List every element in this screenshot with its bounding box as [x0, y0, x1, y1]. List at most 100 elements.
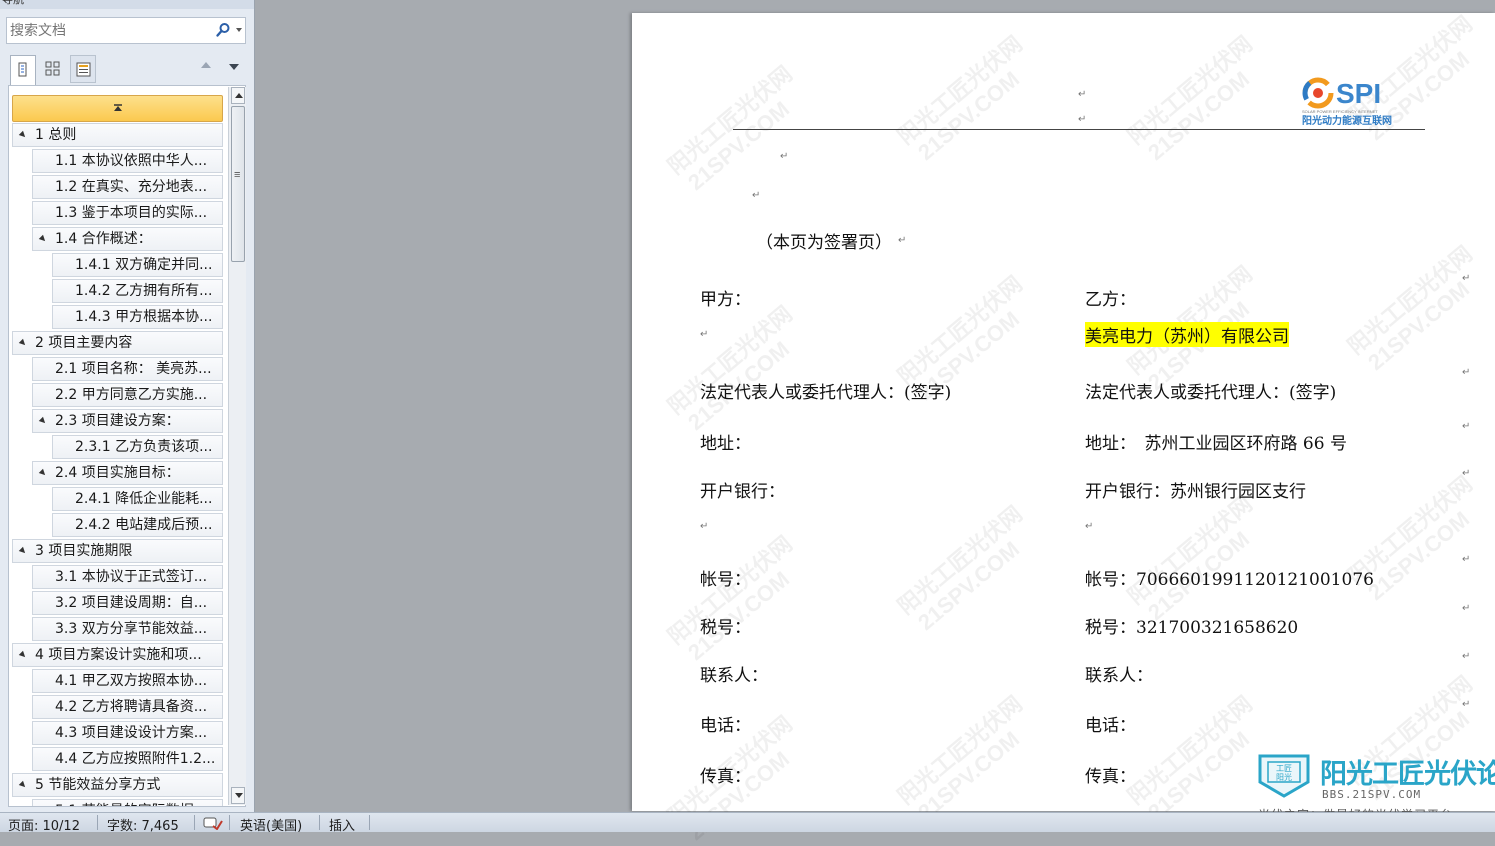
page-count[interactable]: 页面: 10/12: [8, 815, 80, 834]
cell-end-mark: ↵: [1462, 421, 1471, 432]
cell-end-mark: ↵: [1462, 468, 1471, 479]
expand-collapse-triangle-icon[interactable]: [38, 416, 48, 426]
nav-heading-node[interactable]: 2.2 甲方同意乙方实施...: [32, 383, 223, 407]
nav-heading-label: 2.3 项目建设方案：: [55, 413, 180, 429]
nav-heading-node[interactable]: 4 项目方案设计实施和项...: [12, 643, 223, 667]
tab-headings[interactable]: [10, 55, 36, 85]
tab-results[interactable]: [70, 55, 96, 83]
party-a-tax-id: 税号：: [700, 618, 751, 638]
status-divider: [194, 815, 195, 830]
proofing-icon[interactable]: [203, 815, 223, 830]
party-a-bank: 开户银行：: [700, 482, 785, 502]
expand-collapse-triangle-icon[interactable]: [18, 650, 28, 660]
nav-heading-node[interactable]: 1.1 本协议依照中华人...: [32, 149, 223, 173]
nav-heading-node[interactable]: 4.1 甲乙双方按照本协...: [32, 669, 223, 693]
nav-heading-node[interactable]: 4.2 乙方将聘请具备资...: [32, 695, 223, 719]
nav-pane-menu-icon[interactable]: ▾: [2, 0, 246, 5]
nav-heading-node[interactable]: 2 项目主要内容: [12, 331, 223, 355]
nav-heading-node[interactable]: 5 节能效益分享方式: [12, 773, 223, 797]
expand-collapse-triangle-icon[interactable]: [18, 546, 28, 556]
nav-heading-node[interactable]: 1.4.2 乙方拥有所有...: [52, 279, 223, 303]
party-b-address: 地址： 苏州工业园区环府路 66 号: [1085, 434, 1347, 454]
status-divider: [369, 815, 370, 830]
nav-heading-node[interactable]: 5.1 节能量的实际数据...: [32, 799, 223, 806]
nav-heading-node[interactable]: 1.2 在真实、充分地表...: [32, 175, 223, 199]
party-a-fax: 传真：: [700, 767, 751, 787]
party-b-phone: 电话：: [1085, 716, 1136, 736]
cell-end-mark: ↵: [1462, 603, 1471, 614]
search-box[interactable]: [6, 17, 246, 44]
nav-heading-node[interactable]: 2.4.2 电站建成后预...: [52, 513, 223, 537]
insert-mode[interactable]: 插入: [329, 815, 355, 834]
nav-heading-node[interactable]: 1.3 鉴于本项目的实际...: [32, 201, 223, 225]
party-b-bank: 开户银行：苏州银行园区支行: [1085, 482, 1306, 502]
expand-collapse-triangle-icon[interactable]: [18, 780, 28, 790]
search-icon[interactable]: [215, 22, 231, 38]
cell-end-mark: ↵: [1462, 273, 1471, 284]
nav-heading-label: 2.1 项目名称： 美亮苏...: [55, 361, 212, 377]
nav-heading-node[interactable]: 1.4 合作概述：: [32, 227, 223, 251]
collapse-all-button[interactable]: [12, 95, 223, 122]
word-count[interactable]: 字数: 7,465: [107, 815, 179, 834]
nav-scrollbar[interactable]: [228, 87, 246, 805]
nav-heading-node[interactable]: 1 总则: [12, 123, 223, 147]
pages-thumbnail-icon: [45, 61, 60, 76]
nav-heading-node[interactable]: 2.1 项目名称： 美亮苏...: [32, 357, 223, 381]
nav-heading-label: 4.2 乙方将聘请具备资...: [55, 699, 208, 715]
nav-heading-node[interactable]: 3 项目实施期限: [12, 539, 223, 563]
nav-heading-node[interactable]: 3.1 本协议于正式签订...: [32, 565, 223, 589]
cell-end-mark: ↵: [1462, 367, 1471, 378]
nav-heading-label: 4 项目方案设计实施和项...: [35, 647, 202, 663]
language-indicator[interactable]: 英语(美国): [240, 815, 302, 834]
svg-text:工匠: 工匠: [1276, 764, 1292, 773]
nav-heading-node[interactable]: 4.3 项目建设设计方案...: [32, 721, 223, 745]
expand-collapse-triangle-icon[interactable]: [18, 130, 28, 140]
nav-heading-node[interactable]: 3.2 项目建设周期：自...: [32, 591, 223, 615]
nav-heading-label: 1.4.2 乙方拥有所有...: [75, 283, 213, 299]
nav-heading-label: 1.4.1 双方确定并同...: [75, 257, 213, 273]
next-heading-icon[interactable]: [229, 64, 239, 70]
party-a-address: 地址：: [700, 434, 751, 454]
nav-heading-label: 3.1 本协议于正式签订...: [55, 569, 208, 585]
spi-logo: SPI SOLAR POWER EFFICIENCY INTERNET 阳光动力…: [1302, 77, 1392, 126]
previous-heading-icon[interactable]: [201, 62, 211, 68]
document-page[interactable]: 阳光工匠光伏网 21SPV.COM 阳光工匠光伏网 21SPV.COM 阳光工匠光伏网 2…: [632, 11, 1495, 845]
expand-collapse-triangle-icon[interactable]: [38, 234, 48, 244]
scroll-thumb[interactable]: [231, 106, 245, 262]
search-results-icon: [76, 62, 91, 77]
nav-heading-label: 1.2 在真实、充分地表...: [55, 179, 208, 195]
nav-heading-node[interactable]: 2.3 项目建设方案：: [32, 409, 223, 433]
search-options-chevron-icon[interactable]: [236, 28, 242, 32]
expand-collapse-triangle-icon[interactable]: [38, 468, 48, 478]
nav-heading-label: 1.4.3 甲方根据本协...: [75, 309, 213, 325]
party-b-fax: 传真：: [1085, 767, 1136, 787]
nav-heading-label: 4.1 甲乙双方按照本协...: [55, 673, 208, 689]
nav-heading-label: 1.3 鉴于本项目的实际...: [55, 205, 208, 221]
nav-heading-label: 4.4 乙方应按照附件1.2...: [55, 751, 216, 767]
search-input[interactable]: [10, 21, 206, 40]
party-b-label: 乙方：: [1085, 290, 1136, 310]
nav-heading-node[interactable]: 3.3 双方分享节能效益...: [32, 617, 223, 641]
svg-text:SOLAR POWER EFFICIENCY INTERNE: SOLAR POWER EFFICIENCY INTERNET: [1302, 109, 1378, 114]
svg-text:阳光动力能源互联网: 阳光动力能源互联网: [1302, 114, 1392, 126]
nav-heading-label: 1.1 本协议依照中华人...: [55, 153, 208, 169]
party-a-account: 帐号：: [700, 570, 751, 590]
nav-heading-node[interactable]: 2.3.1 乙方负责该项...: [52, 435, 223, 459]
expand-collapse-triangle-icon[interactable]: [18, 338, 28, 348]
paragraph-mark: ↵: [700, 329, 709, 340]
nav-heading-node[interactable]: 1.4.1 双方确定并同...: [52, 253, 223, 277]
scroll-up-arrow-icon[interactable]: [231, 87, 245, 104]
nav-heading-node[interactable]: 4.4 乙方应按照附件1.2...: [32, 747, 223, 771]
paragraph-mark: ↵: [1078, 114, 1087, 125]
headings-view-icon: [18, 62, 27, 77]
nav-heading-node[interactable]: 1.4.3 甲方根据本协...: [52, 305, 223, 329]
forum-name: 阳光工匠光伏论坛: [1320, 759, 1495, 790]
scroll-down-arrow-icon[interactable]: [231, 787, 245, 804]
nav-heading-label: 2.3.1 乙方负责该项...: [75, 439, 213, 455]
nav-heading-node[interactable]: 2.4 项目实施目标：: [32, 461, 223, 485]
tab-pages[interactable]: [40, 55, 66, 83]
party-b-company: 美亮电力（苏州）有限公司: [1085, 322, 1289, 347]
paragraph-mark: ↵: [1085, 521, 1094, 532]
nav-heading-label: 5 节能效益分享方式: [35, 777, 161, 793]
nav-heading-node[interactable]: 2.4.1 降低企业能耗...: [52, 487, 223, 511]
